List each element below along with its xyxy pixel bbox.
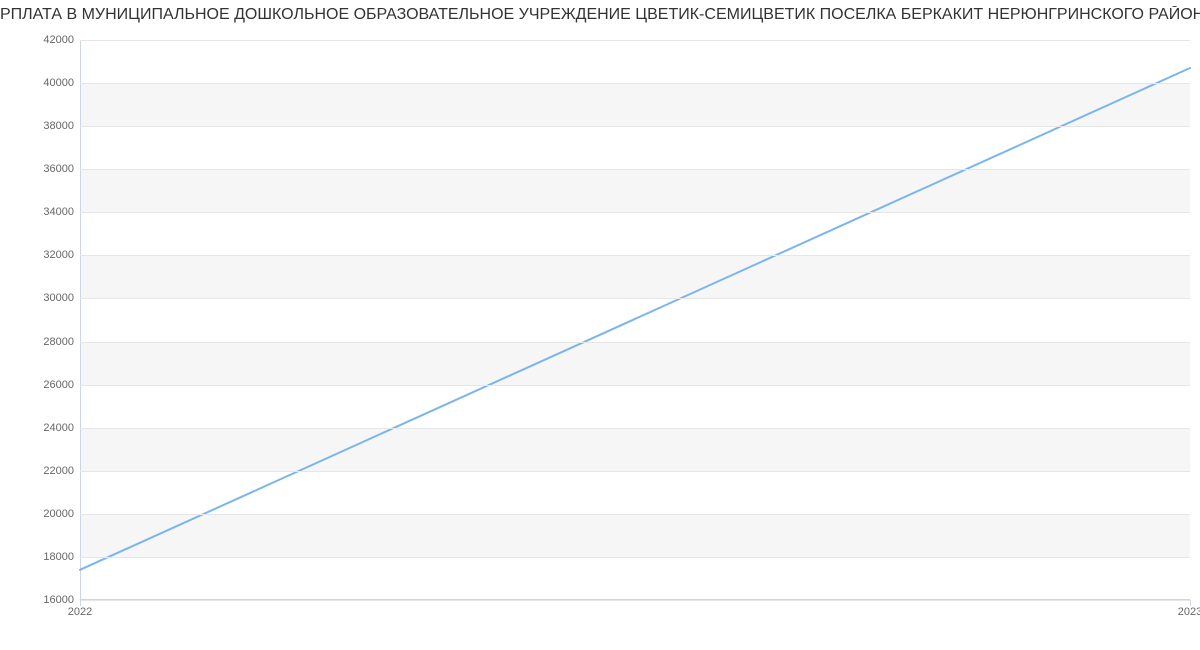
- gridline: [80, 385, 1190, 386]
- gridline: [80, 298, 1190, 299]
- gridline: [80, 40, 1190, 41]
- y-tick-label: 32000: [43, 249, 74, 261]
- y-tick-label: 22000: [43, 465, 74, 477]
- gridline: [80, 169, 1190, 170]
- gridline: [80, 83, 1190, 84]
- y-tick-label: 26000: [43, 379, 74, 391]
- y-tick-label: 20000: [43, 508, 74, 520]
- gridline: [80, 471, 1190, 472]
- x-tick-label: 2023: [1178, 606, 1200, 618]
- x-tick: [1190, 600, 1191, 606]
- data-line: [80, 40, 1190, 600]
- gridline: [80, 514, 1190, 515]
- y-tick-label: 28000: [43, 336, 74, 348]
- y-tick-label: 24000: [43, 422, 74, 434]
- x-tick-label: 2022: [68, 606, 92, 618]
- y-tick-label: 18000: [43, 551, 74, 563]
- gridline: [80, 557, 1190, 558]
- chart-title: РПЛАТА В МУНИЦИПАЛЬНОЕ ДОШКОЛЬНОЕ ОБРАЗО…: [0, 6, 1200, 24]
- gridline: [80, 212, 1190, 213]
- y-tick-label: 16000: [43, 594, 74, 606]
- gridline: [80, 255, 1190, 256]
- y-tick-label: 40000: [43, 77, 74, 89]
- gridline: [80, 600, 1190, 601]
- y-tick-label: 42000: [43, 34, 74, 46]
- gridline: [80, 428, 1190, 429]
- plot-area: [80, 40, 1190, 600]
- y-tick-label: 38000: [43, 120, 74, 132]
- x-tick: [80, 600, 81, 606]
- y-tick-label: 34000: [43, 206, 74, 218]
- chart-container: РПЛАТА В МУНИЦИПАЛЬНОЕ ДОШКОЛЬНОЕ ОБРАЗО…: [0, 0, 1200, 650]
- y-tick-label: 30000: [43, 292, 74, 304]
- y-tick-label: 36000: [43, 163, 74, 175]
- gridline: [80, 342, 1190, 343]
- gridline: [80, 126, 1190, 127]
